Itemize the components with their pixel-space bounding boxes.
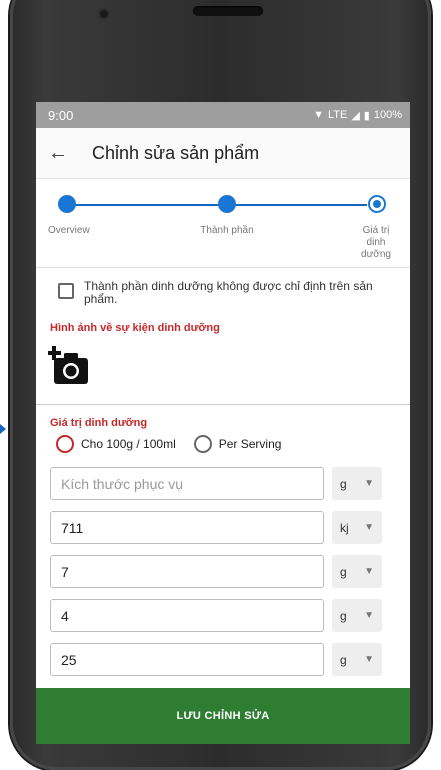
per-serving-radio[interactable] (193, 435, 212, 453)
per-serving-label: Per Serving (218, 437, 282, 451)
carbohydrate-row: 25 g ▼ (50, 643, 410, 676)
energy-input[interactable]: 711 (50, 511, 324, 544)
dropdown-arrow-icon: ▼ (364, 478, 374, 489)
serving-size-input[interactable]: Kích thước phục vụ (50, 467, 324, 500)
step-dot-overview[interactable] (58, 195, 76, 213)
signal-icon: ◢ (351, 109, 360, 122)
nutrition-not-specified-label: Thành phần dinh dưỡng không được chỉ địn… (84, 279, 373, 306)
energy-row: 711 kj ▼ (50, 511, 410, 544)
page-title: Chỉnh sửa sản phẩm (92, 142, 260, 163)
dropdown-arrow-icon: ▼ (364, 566, 374, 577)
phone-screen: 9:00 ▼ LTE ◢ ▮ 100% ← Chỉnh sửa sản phẩm… (36, 102, 410, 744)
app-bar: ← Chỉnh sửa sản phẩm (36, 128, 410, 179)
saturated-fat-unit-select[interactable]: g ▼ (332, 599, 382, 632)
dropdown-arrow-icon: ▼ (364, 522, 374, 533)
fat-input[interactable]: 7 (50, 555, 324, 588)
unit-value: g (340, 652, 347, 667)
status-icons: ▼ LTE ◢ ▮ 100% (313, 109, 402, 122)
nutrition-not-specified-checkbox[interactable] (58, 283, 74, 299)
status-bar: 9:00 ▼ LTE ◢ ▮ 100% (36, 102, 410, 128)
unit-value: kj (340, 520, 349, 535)
saturated-fat-row: 4 g ▼ (50, 599, 410, 632)
nutrition-not-specified-row[interactable]: Thành phần dinh dưỡng không được chỉ địn… (36, 268, 410, 306)
stepper-line (67, 204, 367, 206)
section-divider (36, 404, 410, 405)
battery-percent: 100% (373, 109, 402, 121)
dropdown-arrow-icon: ▼ (364, 610, 374, 621)
nutrition-values-section-title: Giá trị dinh dưỡng (50, 417, 148, 429)
carbohydrate-input[interactable]: 25 (50, 643, 324, 676)
saturated-fat-input[interactable]: 4 (50, 599, 324, 632)
carbohydrate-unit-select[interactable]: g ▼ (332, 643, 382, 676)
basis-radio-group: Cho 100g / 100ml Per Serving (36, 435, 410, 453)
per-100-radio[interactable] (56, 435, 74, 453)
earpiece-speaker (193, 6, 263, 16)
side-pointer-arrow (0, 424, 6, 434)
step-dot-nutrition[interactable] (368, 195, 386, 213)
serving-size-unit-select[interactable]: g ▼ (332, 467, 382, 500)
fat-unit-select[interactable]: g ▼ (332, 555, 382, 588)
add-photo-button[interactable] (36, 334, 410, 392)
step-label-overview: Overview (48, 225, 90, 236)
progress-stepper: Overview Thành phần Giá trị dinh dưỡng (36, 179, 410, 268)
per-100-label: Cho 100g / 100ml (81, 437, 176, 451)
wifi-icon: ▼ (313, 109, 324, 121)
serving-size-row: Kích thước phục vụ g ▼ (50, 467, 410, 500)
energy-unit-select[interactable]: kj ▼ (332, 511, 382, 544)
nutrition-image-section-title: Hình ảnh về sự kiện dinh dưỡng (50, 322, 220, 334)
step-label-nutrition: Giá trị dinh dưỡng (361, 225, 391, 260)
dropdown-arrow-icon: ▼ (364, 654, 374, 665)
back-arrow-icon[interactable]: ← (36, 142, 80, 165)
unit-value: g (340, 608, 347, 623)
step-label-ingredients: Thành phần (200, 225, 254, 236)
battery-icon: ▮ (363, 109, 370, 122)
front-camera (98, 8, 110, 20)
add-a-photo-icon (47, 346, 88, 384)
unit-value: g (340, 476, 347, 491)
fat-row: 7 g ▼ (50, 555, 410, 588)
save-edits-button[interactable]: LƯU CHỈNH SỬA (36, 688, 410, 744)
unit-value: g (340, 564, 347, 579)
status-time: 9:00 (48, 107, 74, 123)
step-dot-ingredients[interactable] (218, 195, 236, 213)
lte-label: LTE (327, 109, 348, 121)
